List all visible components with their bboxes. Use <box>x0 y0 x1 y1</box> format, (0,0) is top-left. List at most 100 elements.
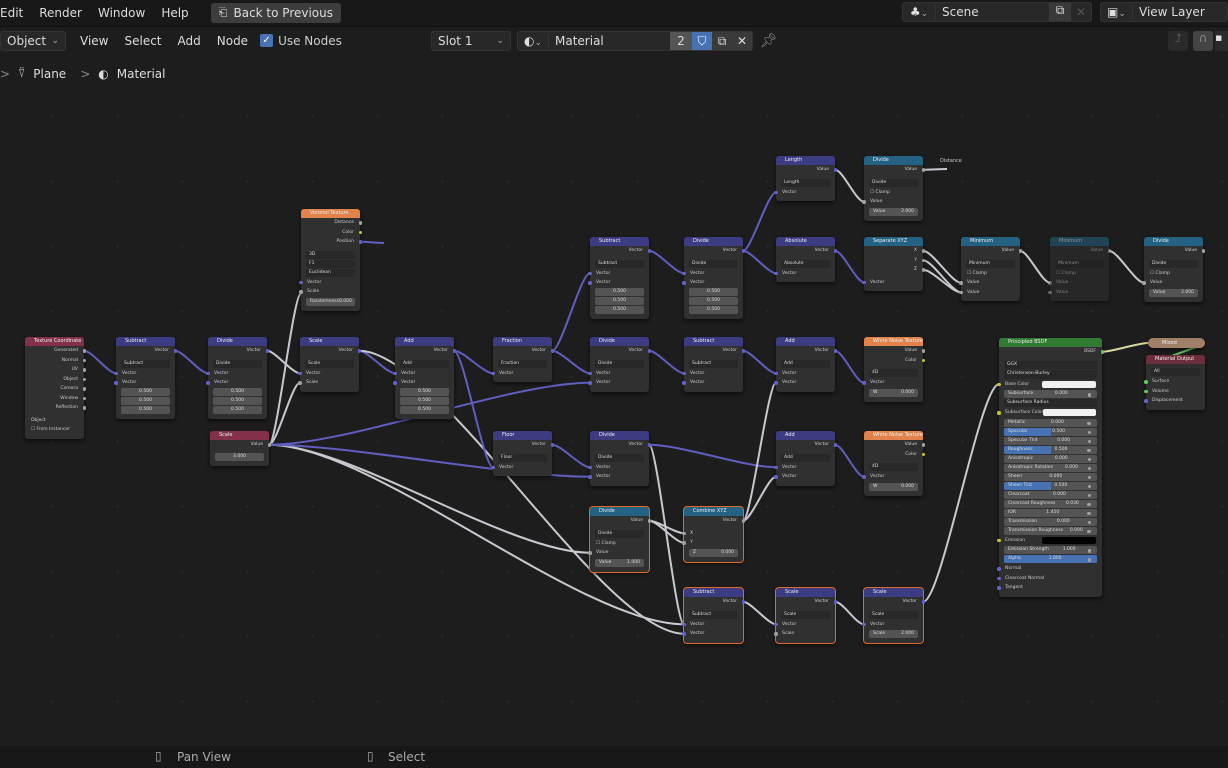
node-header[interactable]: White Noise Texture <box>864 431 923 440</box>
socket[interactable] <box>997 567 1001 571</box>
socket[interactable] <box>206 371 210 375</box>
socket[interactable] <box>1144 399 1148 403</box>
menu-window[interactable]: Window <box>90 6 153 20</box>
node-div2[interactable]: Divide Vector Divide Vector Vector <box>588 337 651 392</box>
value-field[interactable]: W 0.000 <box>869 482 918 491</box>
socket[interactable] <box>1087 511 1091 515</box>
node-header[interactable]: Scale <box>864 588 923 597</box>
node-add1[interactable]: Add Vector Add Vector Vector 0.500 0.500 0.500 <box>393 337 456 419</box>
bsdf-field-specular[interactable]: Specular 0.500 <box>1004 427 1097 436</box>
node-header[interactable]: Subtract <box>684 337 743 346</box>
node-header[interactable]: Scale <box>300 337 359 346</box>
socket[interactable] <box>997 411 1001 415</box>
node-min2[interactable]: Minimum Value Minimum ☐ Clamp Value Value <box>1048 237 1111 301</box>
socket[interactable] <box>921 600 925 604</box>
node-dropdown[interactable]: Fraction <box>498 359 547 368</box>
node-principled-bsdf[interactable]: Principled BSDF BSDF GGX Christensen-Burley… <box>997 338 1104 597</box>
socket[interactable] <box>862 280 866 284</box>
bsdf-field-clearcoat-roughness[interactable]: Clearcoat Roughness 0.030 <box>1004 499 1097 508</box>
menu-render[interactable]: Render <box>31 6 90 20</box>
vector-component-field[interactable]: 0.500 <box>689 305 738 314</box>
node-header[interactable]: Material Output <box>1146 355 1205 364</box>
value-field[interactable]: W 0.000 <box>869 388 918 397</box>
socket[interactable] <box>358 240 362 244</box>
node-dropdown[interactable]: Floor <box>498 453 547 462</box>
socket[interactable] <box>921 268 925 272</box>
value-field[interactable]: Value 2.000 <box>1149 288 1198 297</box>
node-dropdown[interactable]: Add <box>781 453 830 462</box>
socket[interactable] <box>82 406 86 410</box>
node-header[interactable]: Scale <box>210 431 269 440</box>
menu-edit[interactable]: Edit <box>0 6 31 20</box>
socket[interactable] <box>491 465 495 469</box>
node-dropdown[interactable]: Divide <box>595 359 644 368</box>
node-header[interactable]: Length <box>776 156 835 165</box>
socket[interactable] <box>921 358 925 362</box>
socket[interactable] <box>82 368 86 372</box>
clamp-checkbox[interactable]: ☐ Clamp <box>864 188 923 198</box>
object-field[interactable]: ☐ From Instancer <box>25 425 84 435</box>
socket[interactable] <box>173 349 177 353</box>
fake-user-shield-icon[interactable]: ⛉ <box>692 31 712 50</box>
bsdf-field-anisotropic-rotation[interactable]: Anisotropic Rotation 0.000 <box>1004 463 1097 472</box>
node-dropdown[interactable]: Scale <box>305 359 354 368</box>
socket[interactable] <box>1087 457 1091 461</box>
socket[interactable] <box>1087 475 1091 479</box>
value-field[interactable]: Value 1.000 <box>595 558 644 567</box>
socket[interactable] <box>588 281 592 285</box>
vector-component-field[interactable]: 0.500 <box>121 405 170 414</box>
node-dropdown[interactable]: 4D <box>869 463 918 471</box>
socket[interactable] <box>997 538 1001 542</box>
duplicate-material-icon[interactable]: ⧉ <box>712 31 732 50</box>
socket[interactable] <box>647 249 651 253</box>
socket[interactable] <box>1087 493 1091 497</box>
socket[interactable] <box>959 290 963 294</box>
node-dropdown[interactable]: Divide <box>1149 259 1198 268</box>
socket[interactable] <box>833 349 837 353</box>
view-layer-selector[interactable]: ▣⌄ View Layer <box>1100 2 1228 22</box>
node-header[interactable]: Add <box>776 337 835 346</box>
node-divm3[interactable]: Divide Value Divide ☐ Clamp Value Value 2.000 <box>1142 237 1205 302</box>
node-dropdown[interactable]: Absolute <box>781 259 830 268</box>
socket[interactable] <box>682 381 686 385</box>
socket[interactable] <box>682 531 686 535</box>
bsdf-field-roughness[interactable]: Roughness 0.500 <box>1004 445 1097 454</box>
socket[interactable] <box>1142 281 1146 285</box>
socket[interactable] <box>393 371 397 375</box>
node-divm2[interactable]: Divide Value Divide ☐ Clamp Value Value 2.000 <box>862 156 925 221</box>
socket[interactable] <box>833 168 837 172</box>
socket[interactable] <box>1087 430 1091 434</box>
object-mode-dropdown[interactable]: Object ⌄ <box>0 30 66 51</box>
socket[interactable] <box>1087 529 1091 533</box>
socket[interactable] <box>588 271 592 275</box>
node-header[interactable]: Separate XYZ <box>864 237 923 246</box>
node-combine[interactable]: Combine XYZ Vector X Y Z 0.000 <box>682 506 745 563</box>
node-header[interactable]: Absolute <box>776 237 835 246</box>
bsdf-field-transmission-roughness[interactable]: Transmission Roughness 0.000 <box>1004 526 1097 535</box>
vector-component-field[interactable]: 0.500 <box>121 396 170 405</box>
socket[interactable] <box>774 271 778 275</box>
socket[interactable] <box>862 475 866 479</box>
node-scaleval[interactable]: Scale Value 3.000 <box>210 431 271 466</box>
socket[interactable] <box>862 622 866 626</box>
node-header[interactable]: Fraction <box>493 337 552 346</box>
node-header[interactable]: Divide <box>1144 237 1203 246</box>
node-div4[interactable]: Divide Vector Divide Vector Vector 0.500 0.500… <box>682 237 745 319</box>
socket[interactable] <box>265 349 269 353</box>
socket[interactable] <box>1018 249 1022 253</box>
node-dropdown[interactable]: Scale <box>781 610 830 619</box>
socket[interactable] <box>1087 502 1091 506</box>
node-texcoord[interactable]: Texture Coordinate Generated Normal UV Objec… <box>25 337 86 439</box>
vector-component-field[interactable]: 0.500 <box>595 287 644 296</box>
socket[interactable] <box>1087 520 1091 524</box>
node-dropdown[interactable]: Divide <box>595 453 644 462</box>
node-add2[interactable]: Add Vector Add Vector Vector <box>774 337 837 392</box>
socket[interactable] <box>997 382 1001 386</box>
node-dropdown[interactable]: Minimum <box>966 259 1015 268</box>
node-separate[interactable]: Separate XYZ X Y Z Vector <box>862 237 925 291</box>
node-dropdown[interactable]: Minimum <box>1055 259 1104 268</box>
bsdf-dropdown-subsurface-radius[interactable]: Subsurface Radius <box>1004 399 1097 407</box>
node-dropdown[interactable]: Length <box>781 178 830 187</box>
node-dropdown[interactable]: Divide <box>213 359 262 368</box>
color-swatch[interactable] <box>1042 536 1096 544</box>
